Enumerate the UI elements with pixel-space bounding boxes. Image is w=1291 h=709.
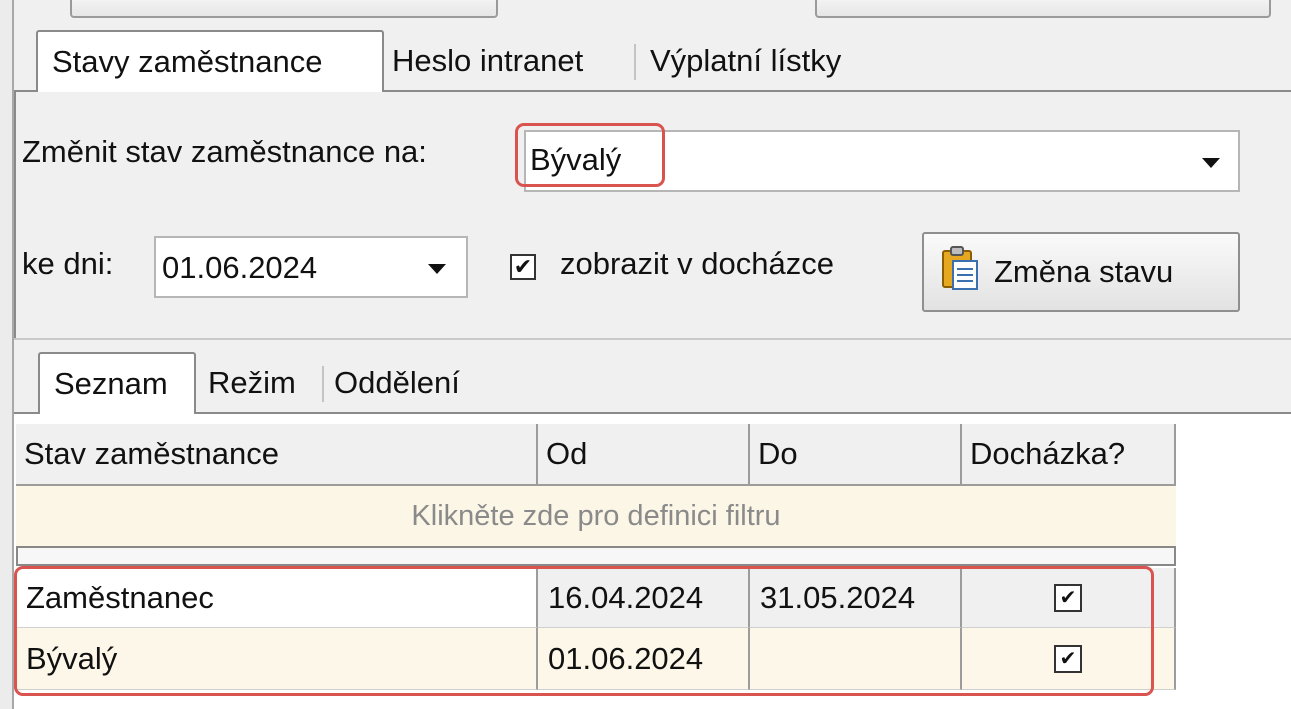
column-header-attendance[interactable]: Docházka? xyxy=(962,424,1176,486)
tab-label: Výplatní lístky xyxy=(650,43,842,78)
show-attendance-label: zobrazit v docházce xyxy=(560,246,834,281)
change-state-label: Změnit stav zaměstnance na: xyxy=(22,134,427,169)
filter-row[interactable]: Klikněte zde pro definici filtru xyxy=(16,486,1176,546)
chevron-down-icon[interactable] xyxy=(1202,158,1220,168)
clipboard-icon xyxy=(942,245,980,299)
filter-hint: Klikněte zde pro definici filtru xyxy=(411,499,781,532)
column-header-state[interactable]: Stav zaměstnance xyxy=(16,424,538,486)
tab-rezim[interactable]: Režim xyxy=(208,352,296,414)
tab-stavy-zamestnance[interactable]: Stavy zaměstnance xyxy=(36,30,384,92)
checkmark-icon: ✔ xyxy=(513,254,533,279)
chevron-down-icon[interactable] xyxy=(428,264,446,274)
change-state-button-label: Změna stavu xyxy=(994,254,1174,289)
tab-label: Stavy zaměstnance xyxy=(52,44,323,79)
tab-separator xyxy=(634,44,636,80)
date-picker-value: 01.06.2024 xyxy=(162,250,318,285)
column-header-label: Od xyxy=(546,436,588,471)
show-attendance-checkbox[interactable]: ✔ xyxy=(510,254,536,280)
tab-label: Heslo intranet xyxy=(392,43,584,78)
column-header-from[interactable]: Od xyxy=(538,424,750,486)
column-header-to[interactable]: Do xyxy=(750,424,962,486)
new-row-placeholder[interactable] xyxy=(16,546,1176,566)
column-header-label: Stav zaměstnance xyxy=(24,436,280,471)
tab-seznam[interactable]: Seznam xyxy=(38,352,196,414)
rows-highlight xyxy=(14,566,1154,696)
tab-label: Seznam xyxy=(54,366,168,401)
tab-oddeleni[interactable]: Oddělení xyxy=(334,352,460,414)
tab-label: Režim xyxy=(208,365,296,400)
tab-vyplatni-listky[interactable]: Výplatní lístky xyxy=(650,30,841,92)
column-header-label: Do xyxy=(758,436,798,471)
window-left-border xyxy=(0,0,14,709)
date-label: ke dni: xyxy=(22,246,114,281)
state-value-highlight xyxy=(515,123,665,187)
inner-tab-strip xyxy=(14,338,1291,414)
date-picker[interactable]: 01.06.2024 xyxy=(154,236,468,298)
top-button-right[interactable] xyxy=(815,0,1271,18)
tab-heslo-intranet[interactable]: Heslo intranet xyxy=(392,30,583,92)
column-header-label: Docházka? xyxy=(970,436,1126,471)
top-button-left[interactable] xyxy=(70,0,498,18)
change-state-button[interactable]: Změna stavu xyxy=(922,232,1240,312)
tab-label: Oddělení xyxy=(334,365,460,400)
tab-separator xyxy=(322,366,324,402)
